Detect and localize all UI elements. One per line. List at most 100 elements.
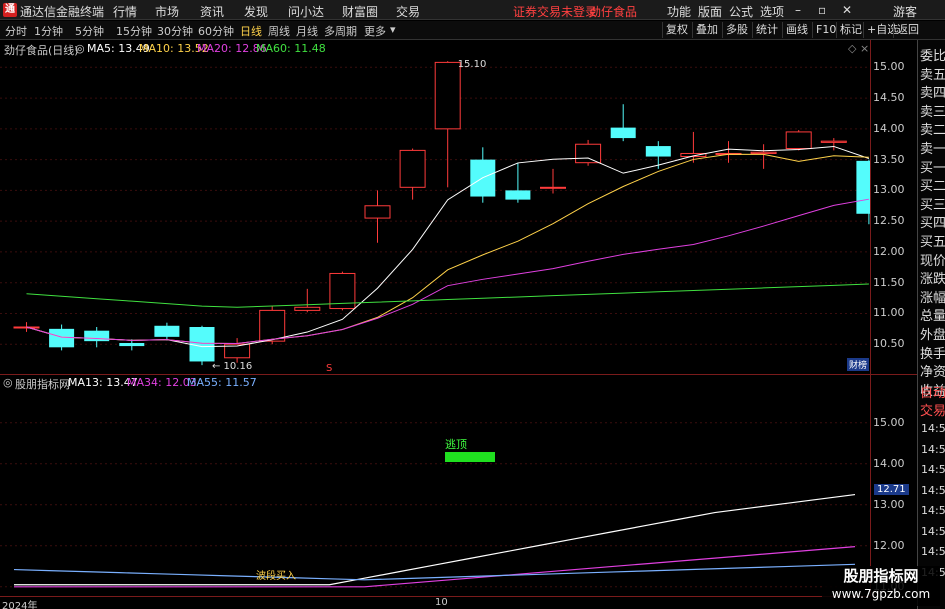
menu-market[interactable]: 市场 bbox=[155, 3, 179, 20]
guest-label[interactable]: 游客 bbox=[893, 3, 917, 20]
quote-panel-item: 涨幅 bbox=[920, 290, 945, 306]
divider bbox=[870, 374, 917, 375]
candle-body bbox=[49, 328, 75, 348]
legend-ma55: MA55: 11.57 bbox=[187, 376, 257, 389]
candle-body bbox=[259, 309, 286, 342]
chevron-down-icon[interactable]: ▾ bbox=[390, 23, 396, 36]
ma60-line bbox=[26, 283, 869, 308]
sub-chart-settings-icon[interactable]: ◎ bbox=[3, 376, 13, 389]
quote-panel-item: 买四 bbox=[920, 216, 945, 232]
band-buy-label: 波段买入 bbox=[256, 571, 296, 582]
period-timeshare[interactable]: 分时 bbox=[5, 23, 27, 39]
candle-body bbox=[820, 140, 847, 143]
quote-panel-item: 卖五 bbox=[920, 67, 945, 83]
close-chart-icon[interactable]: × bbox=[860, 42, 869, 55]
watermark: 股朋指标网 www.7gpzb.com bbox=[822, 566, 940, 606]
period-60min[interactable]: 60分钟 bbox=[198, 23, 234, 39]
candlestick-chart[interactable]: 15.10 ← 10.16 S 财榜 bbox=[0, 55, 870, 375]
main-y-tick: 11.50 bbox=[873, 275, 905, 289]
button-mark[interactable]: 标记 bbox=[836, 22, 865, 38]
ma55-line bbox=[13, 563, 856, 581]
quote-panel-item: 现价 bbox=[920, 253, 945, 269]
menu-discover[interactable]: 发现 bbox=[244, 3, 268, 20]
main-y-tick: 13.50 bbox=[873, 152, 905, 166]
escape-top-bar bbox=[445, 452, 495, 462]
menu-layout[interactable]: 版面 bbox=[698, 3, 722, 20]
escape-top-label: 逃顶 bbox=[445, 438, 467, 451]
menu-options[interactable]: 选项 bbox=[760, 3, 784, 20]
candle-body bbox=[294, 306, 321, 311]
period-monthly[interactable]: 月线 bbox=[296, 23, 318, 39]
quote-panel: 委比 卖五 卖四 卖三 卖二 卖一 买一 买二 买三 买四 买五 现价 涨跌 涨幅 总量 外盘 换手 净资 收益 自动… bbox=[917, 40, 945, 609]
button-overlay[interactable]: 叠加 bbox=[692, 22, 721, 38]
login-notice[interactable]: 证券交易未登录 bbox=[513, 3, 597, 20]
period-more[interactable]: 更多 bbox=[364, 23, 386, 39]
menu-function[interactable]: 功能 bbox=[667, 3, 691, 20]
main-y-tick: 14.50 bbox=[873, 91, 905, 105]
settings-circle-icon[interactable]: ◎ bbox=[75, 42, 85, 55]
indicator-chart[interactable] bbox=[0, 390, 870, 595]
sub-y-tick: 14.00 bbox=[873, 456, 905, 470]
candle-body bbox=[84, 330, 110, 342]
menu-news[interactable]: 资讯 bbox=[200, 3, 224, 20]
app-logo-icon: 通 bbox=[3, 3, 17, 17]
diamond-icon[interactable]: ◇ bbox=[848, 42, 856, 55]
quote-panel-item: 卖四 bbox=[920, 86, 945, 102]
candle-body bbox=[540, 186, 566, 189]
low-price-label: ← 10.16 bbox=[212, 361, 252, 372]
button-statistics[interactable]: 统计 bbox=[752, 22, 781, 38]
quote-panel-item: 外盘 bbox=[920, 328, 945, 343]
period-weekly[interactable]: 周线 bbox=[268, 23, 290, 39]
tick-time: 14:56 bbox=[921, 463, 945, 476]
candle-body bbox=[119, 343, 145, 347]
watermark-url: www.7gpzb.com bbox=[831, 587, 931, 601]
candle-body bbox=[575, 143, 602, 164]
button-back[interactable]: 返回 bbox=[893, 22, 922, 38]
quote-panel-item: 买一 bbox=[920, 160, 945, 176]
candle-body bbox=[750, 151, 777, 154]
main-y-tick: 11.00 bbox=[873, 306, 905, 320]
time-axis: 2024年 10 bbox=[0, 596, 870, 609]
quote-panel-item[interactable]: 交易 bbox=[920, 400, 945, 419]
candle-body bbox=[364, 205, 391, 219]
period-multi[interactable]: 多周期 bbox=[324, 23, 357, 39]
quote-panel-item: 卖二 bbox=[920, 123, 945, 139]
menu-ask[interactable]: 问小达 bbox=[288, 3, 324, 20]
quote-panel-item: 买三 bbox=[920, 197, 945, 213]
quote-panel-item: 净资 bbox=[920, 365, 945, 381]
minimize-icon[interactable]: – bbox=[795, 3, 801, 17]
menu-market-quotes[interactable]: 行情 bbox=[113, 3, 137, 20]
menu-trade[interactable]: 交易 bbox=[396, 3, 420, 20]
quote-panel-item[interactable]: 自动 bbox=[920, 382, 945, 401]
signal-marker: S bbox=[326, 363, 332, 374]
watermark-title: 股朋指标网 bbox=[843, 567, 919, 585]
button-adjust[interactable]: 复权 bbox=[662, 22, 691, 38]
button-multi-stock[interactable]: 多股 bbox=[722, 22, 751, 38]
candle-body bbox=[434, 61, 461, 130]
period-daily[interactable]: 日线 bbox=[240, 23, 262, 39]
tick-time: 14:56 bbox=[921, 422, 945, 435]
period-5min[interactable]: 5分钟 bbox=[75, 23, 104, 39]
period-15min[interactable]: 15分钟 bbox=[116, 23, 152, 39]
close-icon[interactable]: ✕ bbox=[842, 3, 852, 17]
maximize-icon[interactable]: ▫ bbox=[818, 3, 826, 17]
button-draw[interactable]: 画线 bbox=[782, 22, 811, 38]
quote-panel-item: 换手 bbox=[920, 346, 945, 362]
main-y-tick: 12.50 bbox=[873, 214, 905, 228]
sub-y-tick: 15.00 bbox=[873, 415, 905, 429]
ma34-line bbox=[14, 546, 856, 588]
period-1min[interactable]: 1分钟 bbox=[34, 23, 63, 39]
menu-wealth[interactable]: 财富圈 bbox=[342, 3, 378, 20]
main-y-tick: 13.00 bbox=[873, 183, 905, 197]
sub-y-tick: 13.00 bbox=[873, 497, 905, 511]
main-y-tick: 15.00 bbox=[873, 60, 905, 74]
menu-formula[interactable]: 公式 bbox=[729, 3, 753, 20]
current-stock-name: 劲仔食品 bbox=[589, 5, 638, 19]
menu-bar: 通 通达信金融终端 行情 市场 资讯 发现 问小达 财富圈 交易 证券交易未登录… bbox=[0, 0, 945, 20]
candle-body bbox=[399, 149, 426, 188]
tick-time: 14:56 bbox=[921, 483, 945, 497]
ma13-line bbox=[14, 493, 856, 586]
period-30min[interactable]: 30分钟 bbox=[157, 23, 193, 39]
legend-ma60: MA60: 11.48 bbox=[256, 42, 326, 55]
time-label-month: 10 bbox=[435, 597, 448, 608]
